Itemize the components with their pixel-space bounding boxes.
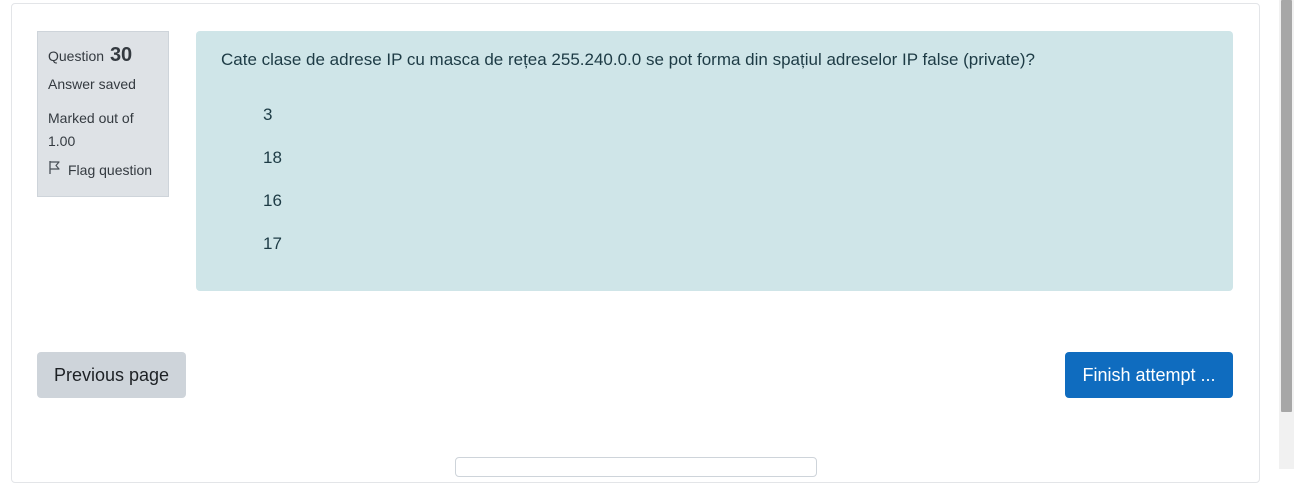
question-number: Question 30: [48, 43, 158, 68]
answer-option-label: 3: [263, 105, 273, 124]
scrollbar-thumb[interactable]: [1281, 0, 1292, 412]
question-number-value: 30: [109, 44, 133, 66]
answer-option[interactable]: 17: [263, 234, 282, 277]
answer-option-label: 16: [263, 191, 282, 210]
answer-option[interactable]: 18: [263, 148, 282, 191]
answer-option[interactable]: 16: [263, 191, 282, 234]
answer-option-label: 18: [263, 148, 282, 167]
answer-option-label: 17: [263, 234, 282, 253]
flag-question-link[interactable]: Flag question: [48, 160, 158, 180]
answer-option[interactable]: 3: [263, 105, 282, 148]
quiz-navigation-select[interactable]: [455, 457, 817, 477]
question-info-panel: Question 30 Answer saved Marked out of 1…: [37, 31, 169, 197]
question-state: Answer saved: [48, 76, 136, 92]
question-text: Cate clase de adrese IP cu masca de rețe…: [221, 50, 1035, 69]
answer-list: 3 18 16 17: [263, 105, 282, 277]
previous-page-button[interactable]: Previous page: [37, 352, 186, 398]
flag-question-label: Flag question: [68, 162, 153, 178]
question-formulation: Cate clase de adrese IP cu masca de rețe…: [196, 31, 1233, 291]
question-label: Question: [48, 48, 105, 64]
question-grade: Marked out of 1.00: [48, 110, 134, 149]
page-scrollbar[interactable]: [1279, 0, 1294, 469]
finish-attempt-button[interactable]: Finish attempt ...: [1065, 352, 1233, 398]
flag-icon: [48, 160, 68, 180]
